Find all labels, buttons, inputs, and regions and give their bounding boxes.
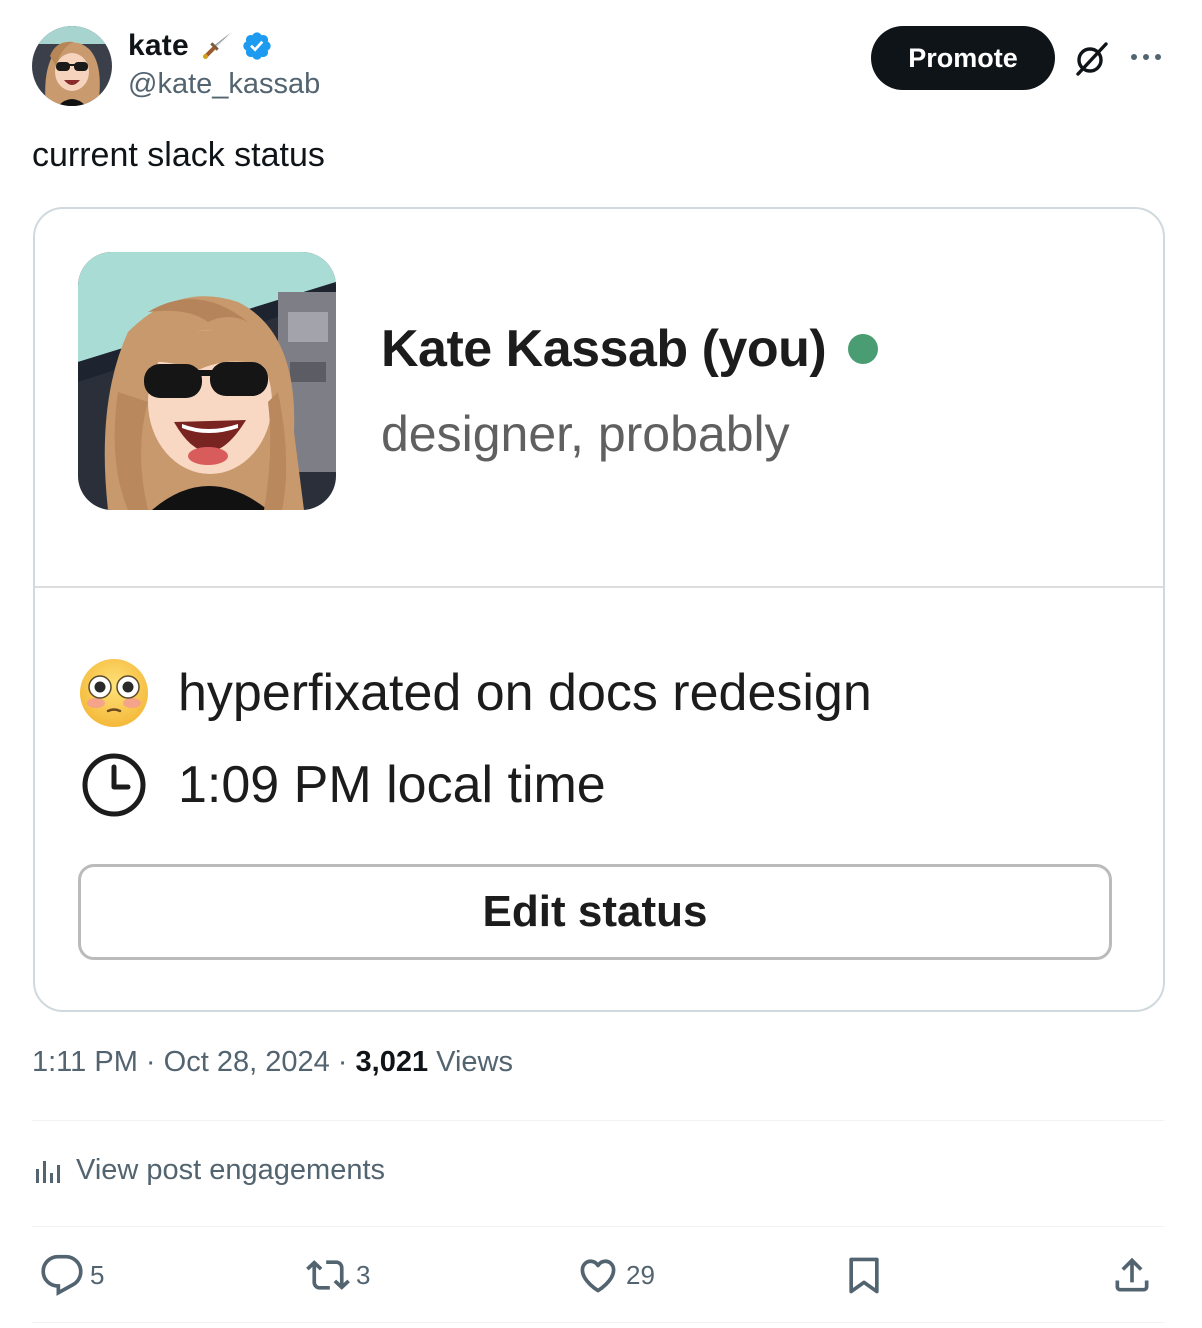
slack-local-time-row: 1:09 PM local time — [78, 749, 606, 821]
clock-icon — [82, 753, 146, 817]
verified-badge-icon[interactable] — [241, 30, 273, 62]
promote-button[interactable]: Promote — [871, 26, 1055, 90]
view-engagements-link[interactable]: View post engagements — [32, 1154, 385, 1187]
dagger-icon — [202, 32, 232, 59]
reply-count: 5 — [90, 1259, 105, 1290]
divider — [32, 1226, 1164, 1227]
meta-separator: · — [145, 1046, 156, 1078]
author-display-name[interactable]: kate — [128, 29, 189, 63]
flushed-face-icon — [80, 659, 148, 727]
divider — [32, 1322, 1164, 1323]
views-label: Views — [436, 1046, 513, 1078]
reply-icon — [41, 1254, 83, 1296]
like-button[interactable]: 29 — [576, 1252, 655, 1298]
presence-active-dot — [848, 334, 879, 364]
more-options-icon[interactable] — [1128, 44, 1164, 70]
slack-profile-avatar — [78, 252, 336, 510]
repost-button[interactable]: 3 — [306, 1252, 370, 1298]
share-button[interactable] — [1110, 1252, 1154, 1298]
author-avatar[interactable] — [32, 26, 112, 106]
share-icon — [1115, 1257, 1149, 1292]
slack-profile-name-row: Kate Kassab (you) — [381, 319, 879, 379]
slack-local-time: 1:09 PM local time — [178, 756, 606, 814]
meta-separator: · — [337, 1046, 348, 1078]
tweet-time[interactable]: 1:11 PM — [32, 1046, 138, 1078]
view-engagements-label: View post engagements — [76, 1154, 386, 1186]
like-count: 29 — [626, 1259, 655, 1290]
edit-status-button: Edit status — [78, 864, 1112, 960]
slack-status-row: hyperfixated on docs redesign — [78, 657, 872, 729]
divider — [32, 1120, 1164, 1121]
attached-image-slack-card[interactable]: Kate Kassab (you) designer, probably hyp… — [33, 207, 1165, 1012]
slack-card-divider — [35, 586, 1163, 588]
grok-icon[interactable] — [1070, 38, 1112, 80]
slack-profile-name: Kate Kassab (you) — [381, 320, 827, 378]
slack-status-text: hyperfixated on docs redesign — [178, 664, 872, 722]
bookmark-icon — [849, 1257, 879, 1294]
tweet-date[interactable]: Oct 28, 2024 — [164, 1046, 330, 1078]
bookmark-button[interactable] — [842, 1252, 886, 1298]
slack-profile-title: designer, probably — [381, 406, 790, 462]
heart-icon — [580, 1259, 616, 1293]
repost-count: 3 — [356, 1259, 371, 1290]
author-block: kate @kate_kassab — [128, 26, 320, 101]
repost-icon — [306, 1260, 350, 1290]
author-handle[interactable]: @kate_kassab — [128, 68, 320, 101]
analytics-icon — [36, 1160, 60, 1183]
reply-button[interactable]: 5 — [40, 1252, 104, 1298]
tweet-meta: 1:11 PM · Oct 28, 2024 · 3,021 Views — [32, 1046, 513, 1079]
tweet-text: current slack status — [32, 136, 325, 174]
author-name-row: kate — [128, 26, 320, 66]
views-count: 3,021 — [355, 1046, 429, 1078]
